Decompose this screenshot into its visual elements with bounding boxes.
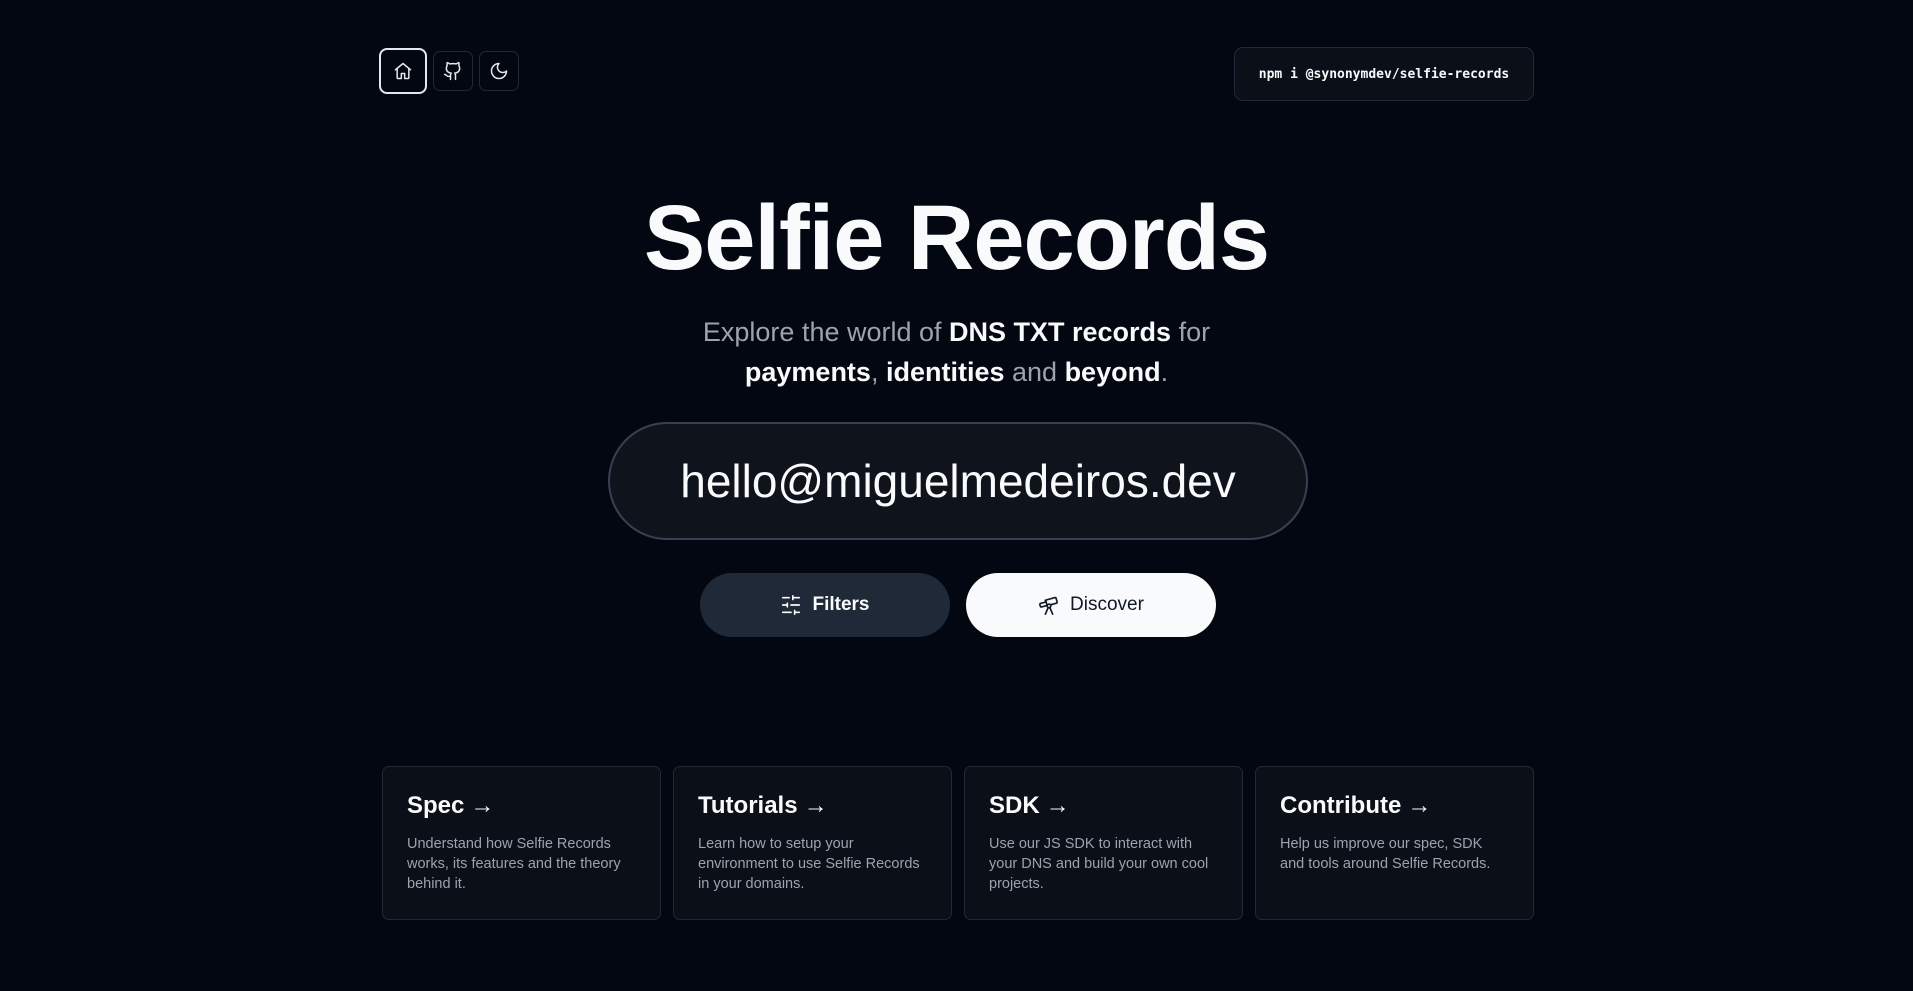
card-title-text: Tutorials (698, 792, 798, 819)
moon-icon (489, 61, 509, 81)
arrow-right-icon: → (470, 792, 495, 819)
subtitle-highlight: beyond (1064, 357, 1161, 387)
subtitle-highlight: payments (744, 357, 871, 387)
subtitle-text: Explore the world of (702, 317, 950, 347)
card-title-text: SDK (989, 792, 1040, 819)
card-tutorials[interactable]: Tutorials → Learn how to setup your envi… (673, 766, 952, 920)
page-title: Selfie Records (643, 187, 1270, 289)
action-buttons: Filters Discover (700, 573, 1216, 637)
subtitle-text: for (1171, 317, 1211, 347)
card-description: Help us improve our spec, SDK and tools … (1280, 836, 1491, 872)
card-title-text: Spec (407, 792, 465, 819)
hero-subtitle: Explore the world of DNS TXT records for… (0, 312, 1913, 392)
github-icon (443, 61, 463, 81)
top-nav (379, 48, 519, 94)
search-input[interactable] (638, 454, 1278, 508)
card-description: Learn how to setup your environment to u… (698, 836, 920, 892)
card-title: SDK → (989, 792, 1218, 820)
subtitle-text: and (1004, 357, 1065, 387)
card-title: Tutorials → (698, 792, 927, 820)
filters-label: Filters (812, 594, 870, 615)
subtitle-line-2: payments, identities and beyond. (0, 352, 1913, 392)
card-description: Use our JS SDK to interact with your DNS… (989, 836, 1209, 892)
card-spec[interactable]: Spec → Understand how Selfie Records wor… (382, 766, 661, 920)
feature-cards: Spec → Understand how Selfie Records wor… (382, 766, 1534, 920)
subtitle-text: . (1160, 357, 1169, 387)
telescope-icon (1038, 594, 1060, 616)
card-description: Understand how Selfie Records works, its… (407, 836, 621, 892)
filters-button[interactable]: Filters (700, 573, 950, 637)
subtitle-highlight: identities (885, 357, 1005, 387)
home-icon (393, 61, 413, 81)
subtitle-highlight: DNS TXT records (949, 317, 1172, 347)
discover-button[interactable]: Discover (966, 573, 1216, 637)
arrow-right-icon: → (1045, 792, 1070, 819)
card-title-text: Contribute (1280, 792, 1402, 819)
subtitle-line-1: Explore the world of DNS TXT records for (0, 312, 1913, 352)
card-title: Spec → (407, 792, 636, 820)
card-contribute[interactable]: Contribute → Help us improve our spec, S… (1255, 766, 1534, 920)
search-box (608, 422, 1308, 540)
card-title: Contribute → (1280, 792, 1509, 820)
npm-command-text: npm i @synonymdev/selfie-records (1258, 66, 1510, 82)
discover-label: Discover (1070, 594, 1144, 615)
home-button[interactable] (379, 48, 427, 94)
arrow-right-icon: → (803, 792, 828, 819)
theme-toggle-button[interactable] (479, 51, 519, 91)
github-button[interactable] (433, 51, 473, 91)
arrow-right-icon: → (1407, 792, 1432, 819)
card-sdk[interactable]: SDK → Use our JS SDK to interact with yo… (964, 766, 1243, 920)
subtitle-text: , (870, 357, 886, 387)
page: npm i @synonymdev/selfie-records Selfie … (0, 0, 1913, 991)
npm-install-command[interactable]: npm i @synonymdev/selfie-records (1234, 47, 1534, 101)
sliders-icon (780, 594, 802, 616)
